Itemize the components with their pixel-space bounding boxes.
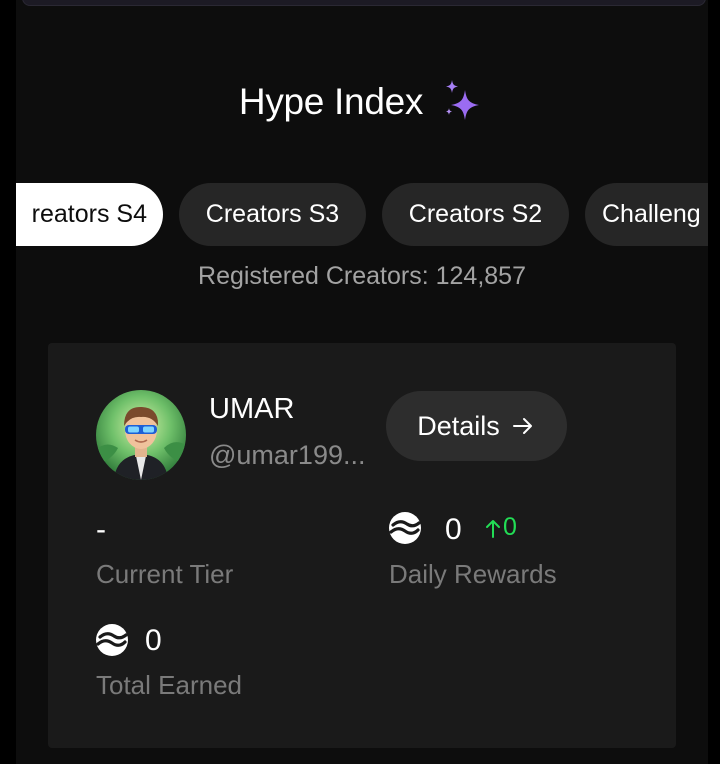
season-tabs: reators S4 Creators S3 Creators S2 Chall… (16, 183, 708, 246)
tab-creators-s4[interactable]: reators S4 (16, 183, 163, 246)
arrow-right-icon (512, 418, 532, 434)
tab-challenges[interactable]: Challeng (585, 183, 708, 246)
page-title: Hype Index (238, 81, 424, 122)
arrow-up-icon (486, 519, 500, 538)
current-tier-value: - (96, 513, 106, 546)
daily-rewards-label: Daily Rewards (389, 559, 557, 589)
creator-handle: @umar199... (209, 440, 366, 470)
tab-label: Creators S3 (205, 200, 340, 228)
top-bar (22, 0, 706, 6)
title-row: Hype Index (16, 78, 708, 126)
total-earned-value: 0 (145, 624, 162, 657)
tab-creators-s2[interactable]: Creators S2 (382, 183, 569, 246)
tab-creators-s3[interactable]: Creators S3 (179, 183, 366, 246)
tab-label: Creators S2 (408, 200, 543, 228)
creator-name: UMAR (209, 393, 295, 425)
daily-rewards-delta: 0 (485, 513, 517, 542)
creator-card: UMAR @umar199... Details - Current Tier … (48, 343, 676, 748)
hype-index-panel: Hype Index reators S4 Creators S3 Creato… (16, 0, 708, 764)
details-button[interactable]: Details (386, 391, 567, 461)
token-icon (389, 512, 421, 544)
tab-label: reators S4 (31, 200, 147, 228)
registered-creators-count: Registered Creators: 124,857 (198, 262, 526, 290)
sparkle-icon (446, 80, 480, 120)
current-tier-label: Current Tier (96, 559, 234, 589)
token-icon (96, 624, 128, 656)
daily-rewards-delta-value: 0 (503, 513, 517, 541)
details-button-label: Details (417, 410, 500, 441)
left-edge (0, 0, 16, 764)
tab-label: Challeng (602, 200, 701, 228)
avatar[interactable] (96, 390, 186, 480)
daily-rewards-value: 0 (445, 513, 462, 546)
total-earned-label: Total Earned (96, 670, 242, 700)
avatar-image (96, 390, 186, 480)
